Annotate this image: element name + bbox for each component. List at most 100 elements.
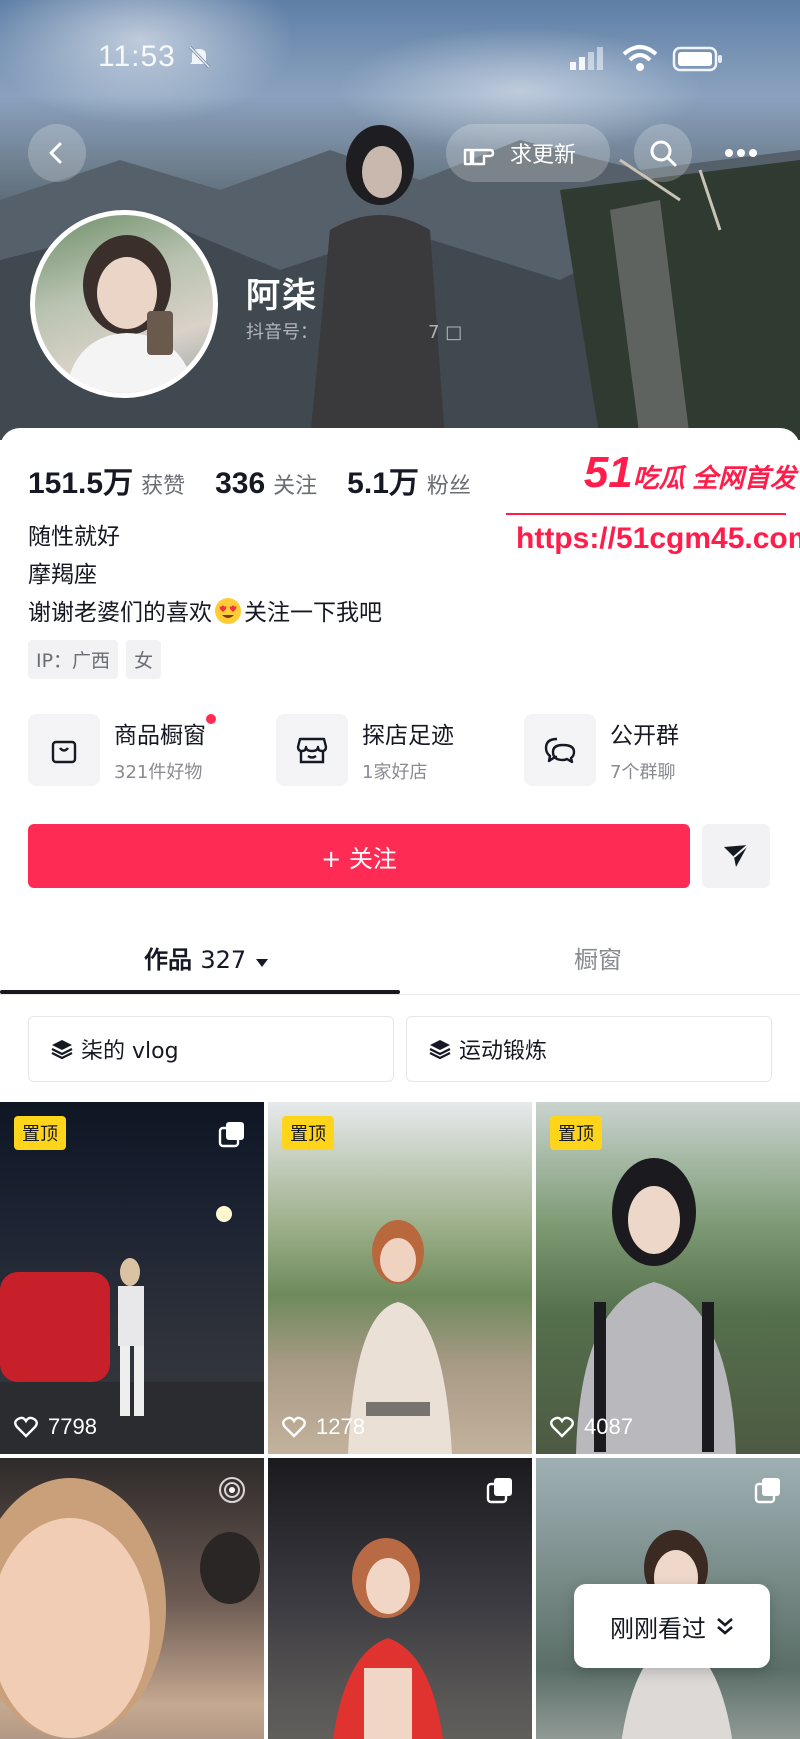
more-dots-icon <box>725 149 757 157</box>
pinned-badge: 置顶 <box>550 1116 602 1150</box>
search-button[interactable] <box>634 124 692 182</box>
ip-location-tag: IP：广西 <box>28 640 119 679</box>
stat-label: 关注 <box>273 474 318 499</box>
notification-dot <box>206 714 216 724</box>
tab-shop-window[interactable]: 橱窗 <box>574 940 622 975</box>
stat-likes[interactable]: 151.5万 获赞 <box>28 458 185 502</box>
like-count-value: 4087 <box>584 1414 633 1439</box>
feature-shop-window[interactable]: 商品橱窗 321件好物 <box>28 714 276 786</box>
signal-icon <box>570 47 603 70</box>
caret-down-icon <box>255 959 268 967</box>
status-time: 11:53 <box>98 40 176 73</box>
heart-outline-icon <box>550 1416 574 1438</box>
stat-following[interactable]: 336 关注 <box>215 467 317 501</box>
tab-works[interactable]: 作品 327 <box>144 940 269 975</box>
paper-plane-icon <box>724 844 749 867</box>
watermark-brand: 51吃瓜 全网首发 <box>584 448 796 498</box>
pinned-badge: 置顶 <box>14 1116 66 1150</box>
tab-works-count: 327 <box>200 946 247 974</box>
chat-icon <box>544 737 576 764</box>
chevron-left-icon <box>49 142 62 164</box>
avatar-portrait <box>65 235 195 393</box>
feature-title: 公开群 <box>610 723 679 749</box>
feature-public-group[interactable]: 公开群 7个群聊 <box>524 714 772 786</box>
search-icon <box>650 140 677 167</box>
profile-cover: 11:53 求更新 阿柒 抖音号： 7 □ <box>0 0 800 440</box>
copy-id-icon[interactable]: □ <box>445 322 462 343</box>
back-button[interactable] <box>28 124 86 182</box>
video-thumbnail[interactable] <box>0 1458 264 1739</box>
collection-workout[interactable]: 运动锻炼 <box>406 1016 772 1082</box>
avatar[interactable] <box>30 210 218 398</box>
cover-person <box>310 125 445 440</box>
stat-followers[interactable]: 5.1万 粉丝 <box>347 458 471 502</box>
feature-title-text: 商品橱窗 <box>114 723 206 749</box>
video-thumbnail[interactable]: 置顶 4087 <box>536 1102 800 1454</box>
recently-viewed-button[interactable]: 刚刚看过 <box>574 1584 770 1668</box>
feature-subtitle: 7个群聊 <box>610 762 676 783</box>
like-count: 1278 <box>282 1414 365 1440</box>
collections-row: 柒的 vlog 运动锻炼 <box>28 1016 784 1082</box>
thumbnail-scene <box>348 1220 452 1454</box>
bio: 随性就好 摩羯座 谢谢老婆们的喜欢 关注一下我吧 <box>28 518 382 632</box>
bio-text: 谢谢老婆们的喜欢 <box>28 600 212 626</box>
douyin-id-suffix: 7 <box>428 322 440 343</box>
feature-text: 商品橱窗 321件好物 <box>114 714 216 784</box>
like-count: 4087 <box>550 1414 633 1440</box>
like-count-value: 7798 <box>48 1414 97 1439</box>
collection-vlog[interactable]: 柒的 vlog <box>28 1016 394 1082</box>
like-count: 7798 <box>14 1414 97 1440</box>
pointing-hand-icon <box>463 148 495 166</box>
collection-label: 柒的 vlog <box>81 1039 179 1064</box>
layers-icon <box>51 1040 73 1060</box>
bell-muted-icon <box>188 45 211 69</box>
multi-image-icon <box>218 1122 244 1148</box>
tab-works-label: 作品 <box>144 946 192 974</box>
video-thumbnail[interactable] <box>268 1458 532 1739</box>
collection-label: 运动锻炼 <box>459 1039 548 1064</box>
bio-line: 随性就好 <box>28 524 120 550</box>
live-icon <box>219 1477 245 1503</box>
recently-viewed-label: 刚刚看过 <box>610 1614 706 1643</box>
bag-icon <box>51 740 77 764</box>
watermark-url: https://51cgm45.com <box>516 522 800 555</box>
feature-text: 探店足迹 1家好店 <box>362 716 454 784</box>
tags-row: IP：广西 女 <box>28 640 169 679</box>
multi-image-icon <box>486 1478 512 1504</box>
feature-text: 公开群 7个群聊 <box>610 716 679 784</box>
wifi-icon <box>622 45 658 71</box>
video-thumbnail[interactable]: 置顶 7798 <box>0 1102 264 1454</box>
feature-title: 探店足迹 <box>362 723 454 749</box>
content-tabs: 作品 327 橱窗 <box>0 928 800 998</box>
feature-store-visits[interactable]: 探店足迹 1家好店 <box>276 714 524 786</box>
video-thumbnail[interactable]: 置顶 1278 <box>268 1102 532 1454</box>
double-chevron-down-icon <box>717 1618 733 1635</box>
feature-icon-box <box>524 714 596 786</box>
nickname: 阿柒 <box>246 276 318 316</box>
send-message-button[interactable] <box>702 824 770 888</box>
follow-button[interactable]: + 关注 <box>28 824 690 888</box>
multi-image-icon <box>754 1478 780 1504</box>
more-button[interactable] <box>712 124 770 182</box>
watermark-number: 51 <box>583 448 633 497</box>
request-update-button[interactable]: 求更新 <box>446 124 610 182</box>
stats-row: 151.5万 获赞 336 关注 5.1万 粉丝 <box>28 458 501 502</box>
stat-label: 粉丝 <box>426 474 471 499</box>
thumbnail-scene <box>576 1158 736 1454</box>
bio-line: 谢谢老婆们的喜欢 关注一下我吧 <box>28 594 382 632</box>
feature-icon-box <box>276 714 348 786</box>
douyin-id-label: 抖音号： <box>246 322 318 343</box>
feature-row: 商品橱窗 321件好物 探店足迹 1家好店 公开群 7个群聊 <box>28 714 772 786</box>
heart-eyes-emoji-icon <box>215 598 241 624</box>
gender-tag: 女 <box>126 640 162 679</box>
feature-icon-box <box>28 714 100 786</box>
stat-value: 151.5万 <box>28 467 134 500</box>
douyin-id: 抖音号： 7 □ <box>246 318 462 344</box>
watermark: 51吃瓜 全网首发 https://51cgm45.com <box>500 438 800 555</box>
feature-subtitle: 321件好物 <box>114 762 203 783</box>
status-bar: 11:53 <box>0 0 800 110</box>
thumbnail-scene <box>0 1206 264 1454</box>
like-count-value: 1278 <box>316 1414 365 1439</box>
bio-line: 摩羯座 <box>28 562 97 588</box>
stat-value: 5.1万 <box>347 467 419 500</box>
